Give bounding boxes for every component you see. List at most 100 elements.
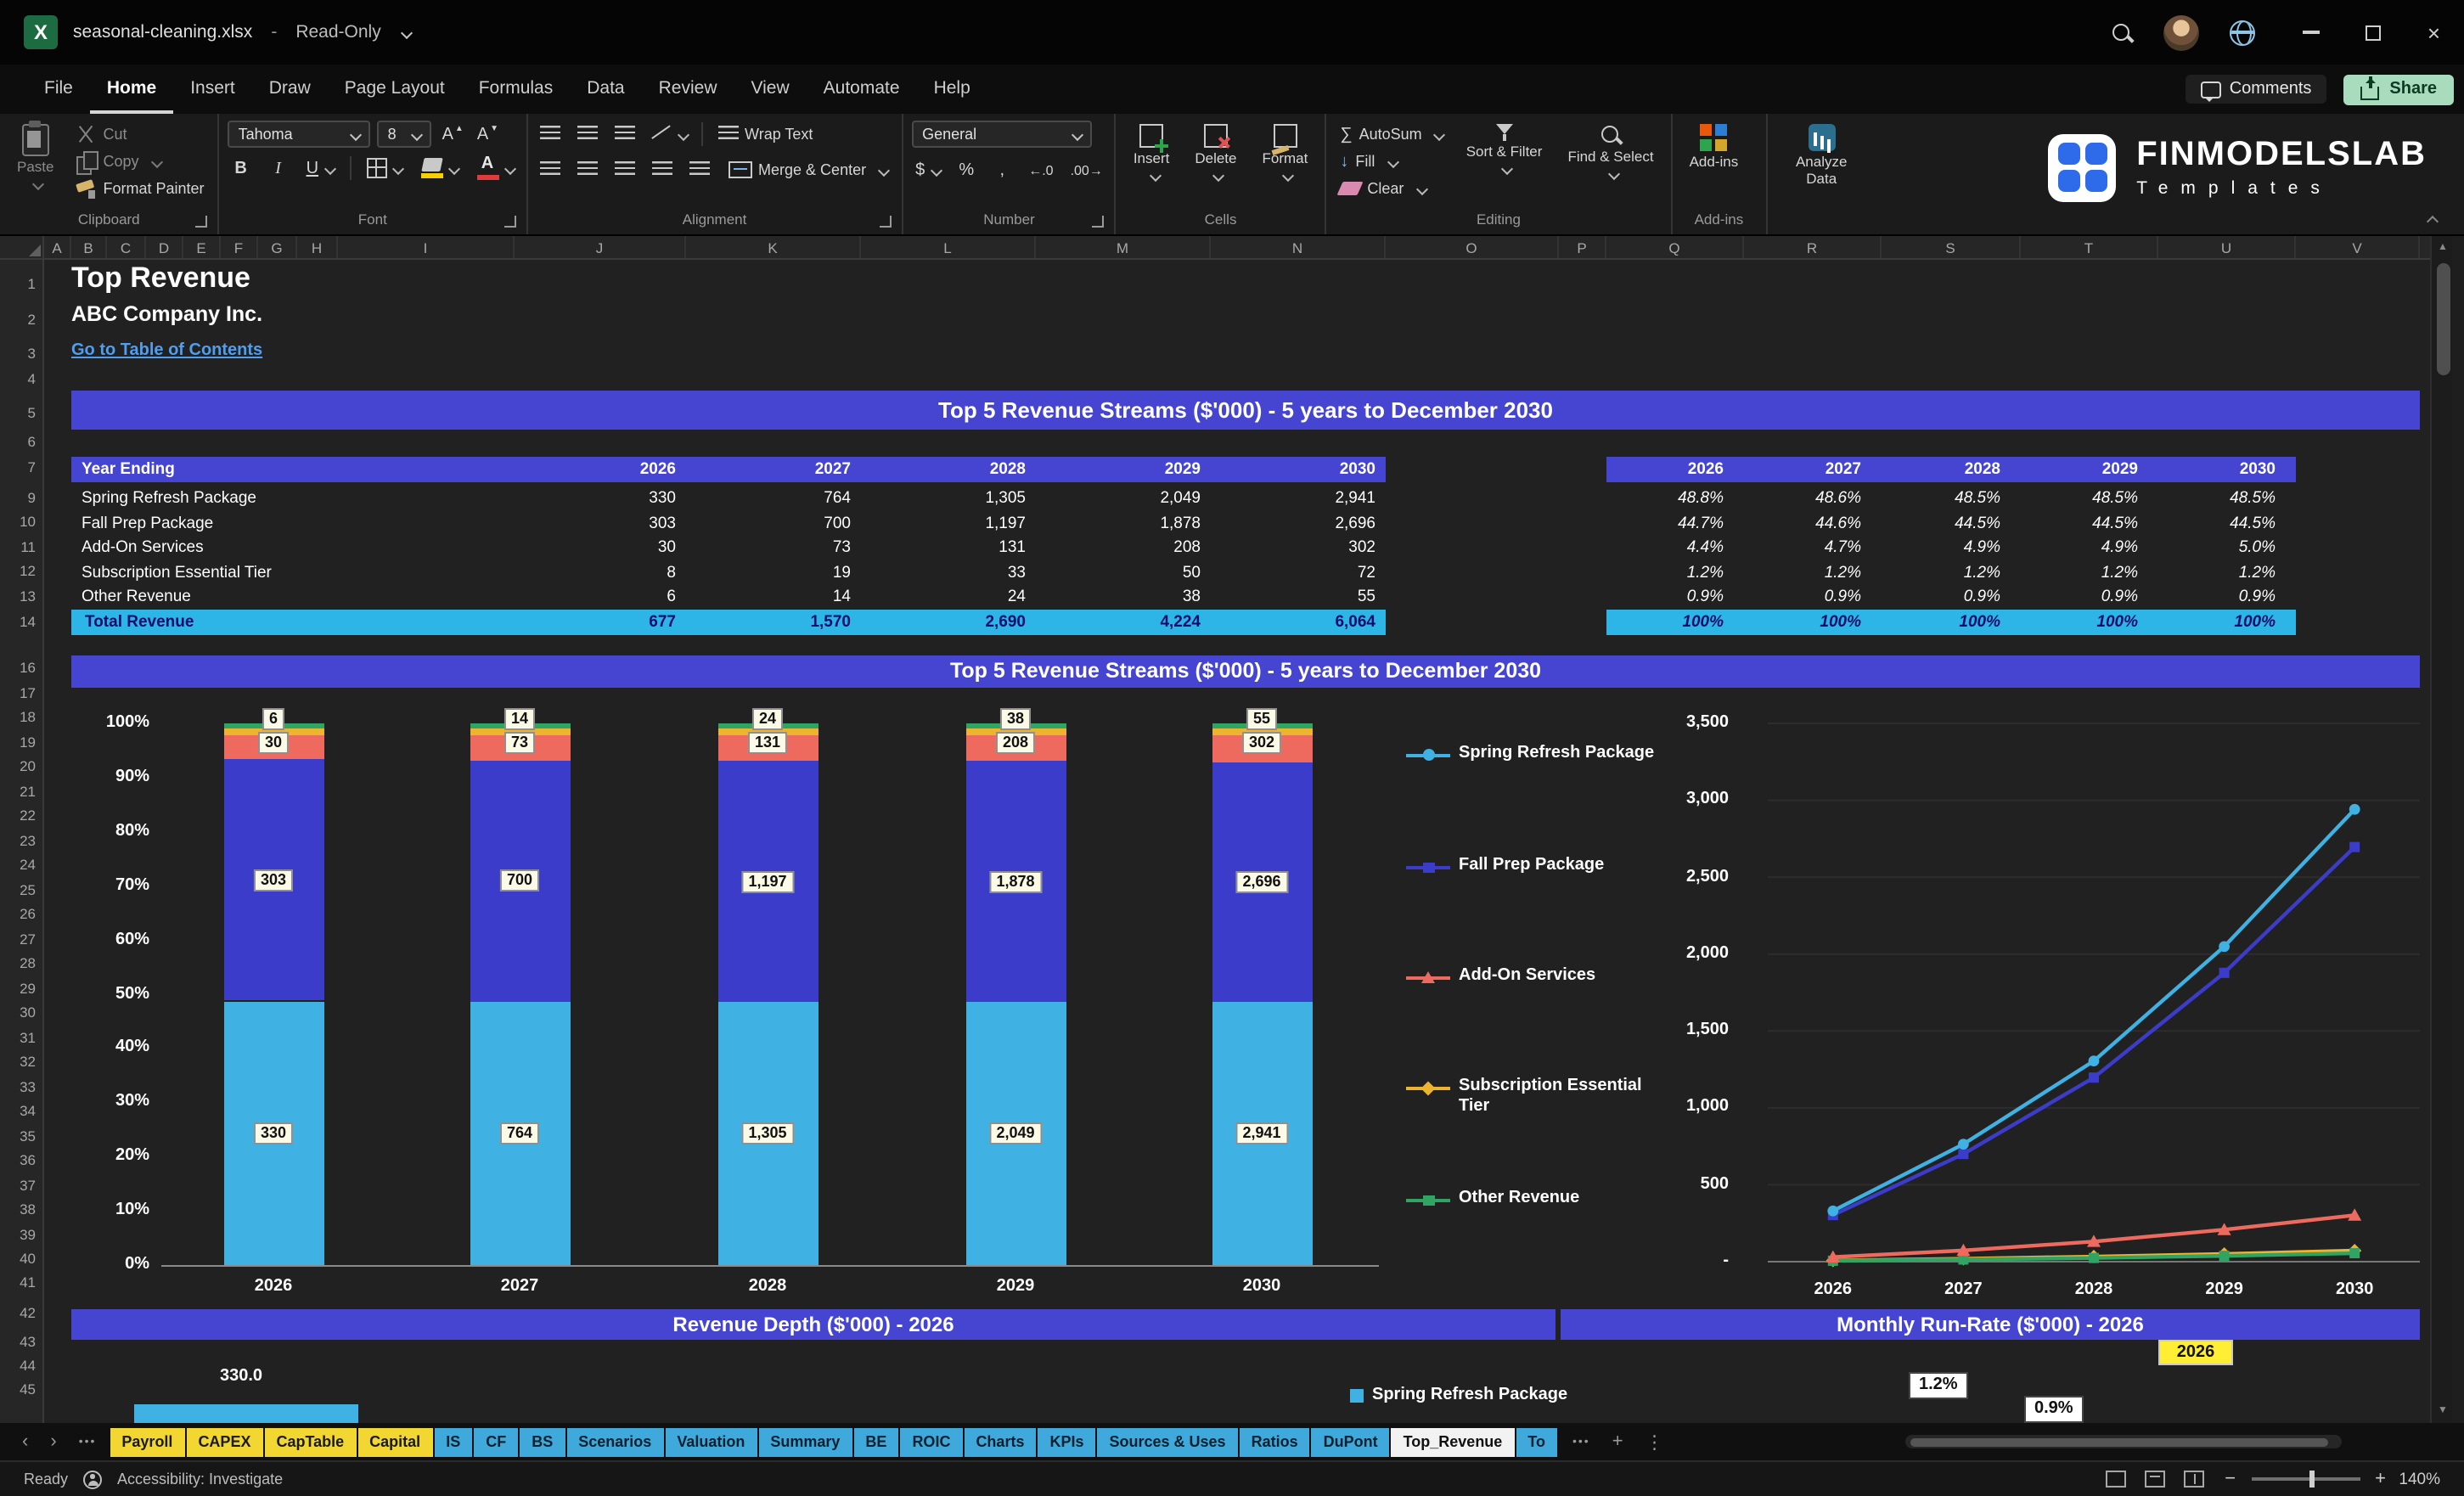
increase-font-size-button[interactable]: A ▲ bbox=[439, 121, 467, 148]
sheet-options-button[interactable]: ⋮ bbox=[1637, 1431, 1673, 1453]
menu-tab-automate[interactable]: Automate bbox=[807, 65, 917, 114]
maximize-button[interactable] bbox=[2366, 25, 2382, 40]
increase-indent-button[interactable] bbox=[685, 156, 712, 183]
sheet-tab-capital[interactable]: Capital bbox=[357, 1427, 433, 1456]
insert-cells-button[interactable]: Insert bbox=[1125, 121, 1179, 183]
zoom-out-icon[interactable]: − bbox=[2225, 1469, 2236, 1489]
share-button[interactable]: Share bbox=[2343, 74, 2454, 104]
sheet-list-button[interactable]: ••• bbox=[70, 1436, 105, 1448]
column-header-b[interactable]: B bbox=[71, 236, 107, 258]
comments-button[interactable]: Comments bbox=[2185, 75, 2327, 104]
delete-cells-button[interactable]: Delete bbox=[1186, 121, 1245, 183]
comma-style-button[interactable]: , bbox=[989, 156, 1015, 183]
column-header-d[interactable]: D bbox=[146, 236, 183, 258]
font-color-button[interactable]: A bbox=[473, 155, 517, 182]
menu-tab-draw[interactable]: Draw bbox=[252, 65, 328, 114]
column-header-n[interactable]: N bbox=[1211, 236, 1386, 258]
column-header-e[interactable]: E bbox=[183, 236, 221, 258]
find-select-button[interactable]: Find & Select bbox=[1559, 121, 1662, 182]
number-dialog-launcher[interactable] bbox=[1092, 216, 1105, 228]
more-sheets-button[interactable]: ••• bbox=[1564, 1436, 1599, 1448]
accessibility-status[interactable]: Accessibility: Investigate bbox=[117, 1471, 283, 1488]
menu-tab-data[interactable]: Data bbox=[570, 65, 641, 114]
title-chevron-down-icon[interactable] bbox=[401, 25, 413, 39]
column-header-t[interactable]: T bbox=[2021, 236, 2158, 258]
autosum-button[interactable]: ∑ AutoSum bbox=[1335, 121, 1449, 148]
minimize-button[interactable] bbox=[2303, 31, 2321, 34]
column-header-q[interactable]: Q bbox=[1606, 236, 1744, 258]
sheet-tab-roic[interactable]: ROIC bbox=[900, 1427, 963, 1456]
sheet-nav-left-icon[interactable]: ‹ bbox=[14, 1431, 37, 1452]
normal-view-icon[interactable] bbox=[2106, 1471, 2127, 1488]
menu-tab-file[interactable]: File bbox=[27, 65, 90, 114]
sheet-tab-be[interactable]: BE bbox=[853, 1427, 899, 1456]
sheet-tab-cf[interactable]: CF bbox=[474, 1427, 519, 1456]
sheet-tab-kpis[interactable]: KPIs bbox=[1038, 1427, 1096, 1456]
addins-button[interactable]: Add-ins bbox=[1681, 121, 1747, 175]
horizontal-scrollbar[interactable] bbox=[1905, 1435, 2342, 1448]
align-right-button[interactable] bbox=[610, 156, 638, 183]
sheet-tab-to[interactable]: To bbox=[1516, 1427, 1557, 1456]
accounting-format-button[interactable]: $ bbox=[912, 156, 943, 183]
decrease-decimal-button[interactable]: .00→ bbox=[1067, 156, 1106, 183]
zoom-level[interactable]: 140% bbox=[2386, 1470, 2440, 1488]
menu-tab-insert[interactable]: Insert bbox=[173, 65, 252, 114]
middle-align-button[interactable] bbox=[573, 121, 600, 148]
scroll-down-icon[interactable]: ▼ bbox=[2432, 1406, 2454, 1416]
wrap-text-button[interactable]: Wrap Text bbox=[712, 121, 818, 148]
clipboard-dialog-launcher[interactable] bbox=[195, 216, 208, 228]
new-sheet-button[interactable]: + bbox=[1604, 1431, 1632, 1452]
avatar[interactable] bbox=[2163, 14, 2200, 50]
column-header-j[interactable]: J bbox=[515, 236, 686, 258]
page-layout-view-icon[interactable] bbox=[2145, 1471, 2166, 1488]
paste-button[interactable]: Paste bbox=[8, 121, 63, 192]
vertical-scrollbar[interactable]: ▲ ▼ bbox=[2430, 236, 2452, 1423]
merge-center-button[interactable]: Merge & Center bbox=[723, 156, 893, 183]
align-left-button[interactable] bbox=[536, 156, 563, 183]
zoom-in-icon[interactable]: + bbox=[2375, 1469, 2386, 1489]
column-header-o[interactable]: O bbox=[1386, 236, 1559, 258]
menu-tab-formulas[interactable]: Formulas bbox=[462, 65, 571, 114]
column-header-i[interactable]: I bbox=[338, 236, 515, 258]
top-align-button[interactable] bbox=[536, 121, 563, 148]
close-button[interactable]: × bbox=[2427, 21, 2440, 43]
menu-tab-page-layout[interactable]: Page Layout bbox=[328, 65, 462, 114]
increase-decimal-button[interactable]: ←.0 bbox=[1025, 156, 1056, 183]
bottom-align-button[interactable] bbox=[610, 121, 638, 148]
sheet-tab-captable[interactable]: CapTable bbox=[264, 1427, 357, 1456]
search-icon[interactable] bbox=[2112, 21, 2134, 43]
sheet-tab-top-revenue[interactable]: Top_Revenue bbox=[1391, 1427, 1515, 1456]
fill-color-button[interactable] bbox=[417, 155, 461, 182]
clear-button[interactable]: Clear bbox=[1335, 175, 1449, 202]
percent-style-button[interactable]: % bbox=[954, 156, 979, 183]
menu-tab-help[interactable]: Help bbox=[917, 65, 987, 114]
number-format-select[interactable]: General bbox=[912, 121, 1093, 148]
column-header-s[interactable]: S bbox=[1882, 236, 2021, 258]
sheet-nav-right-icon[interactable]: › bbox=[42, 1431, 65, 1452]
zoom-slider-thumb[interactable] bbox=[2309, 1471, 2315, 1488]
font-size-select[interactable]: 8 bbox=[377, 121, 432, 148]
font-name-select[interactable]: Tahoma bbox=[228, 121, 371, 148]
orientation-button[interactable] bbox=[648, 121, 690, 148]
sheet-tab-ratios[interactable]: Ratios bbox=[1239, 1427, 1310, 1456]
column-header-p[interactable]: P bbox=[1559, 236, 1606, 258]
alignment-dialog-launcher[interactable] bbox=[880, 216, 892, 228]
sheet-tab-valuation[interactable]: Valuation bbox=[665, 1427, 757, 1456]
column-header-r[interactable]: R bbox=[1744, 236, 1882, 258]
column-header-k[interactable]: K bbox=[686, 236, 861, 258]
underline-button[interactable]: U bbox=[303, 155, 337, 182]
scroll-up-icon[interactable]: ▲ bbox=[2432, 243, 2454, 253]
sheet-tab-bs[interactable]: BS bbox=[520, 1427, 565, 1456]
menu-tab-review[interactable]: Review bbox=[642, 65, 734, 114]
borders-button[interactable] bbox=[363, 155, 405, 182]
read-only-badge[interactable]: Read-Only bbox=[295, 22, 380, 42]
globe-icon[interactable] bbox=[2230, 20, 2256, 45]
column-header-u[interactable]: U bbox=[2158, 236, 2296, 258]
format-painter-button[interactable]: Format Painter bbox=[71, 175, 210, 202]
sheet-tab-charts[interactable]: Charts bbox=[964, 1427, 1037, 1456]
table-of-contents-link[interactable]: Go to Table of Contents bbox=[71, 341, 262, 360]
column-header-c[interactable]: C bbox=[107, 236, 146, 258]
sheet-tab-payroll[interactable]: Payroll bbox=[110, 1427, 185, 1456]
sheet-tab-is[interactable]: IS bbox=[434, 1427, 473, 1456]
column-header-l[interactable]: L bbox=[861, 236, 1036, 258]
